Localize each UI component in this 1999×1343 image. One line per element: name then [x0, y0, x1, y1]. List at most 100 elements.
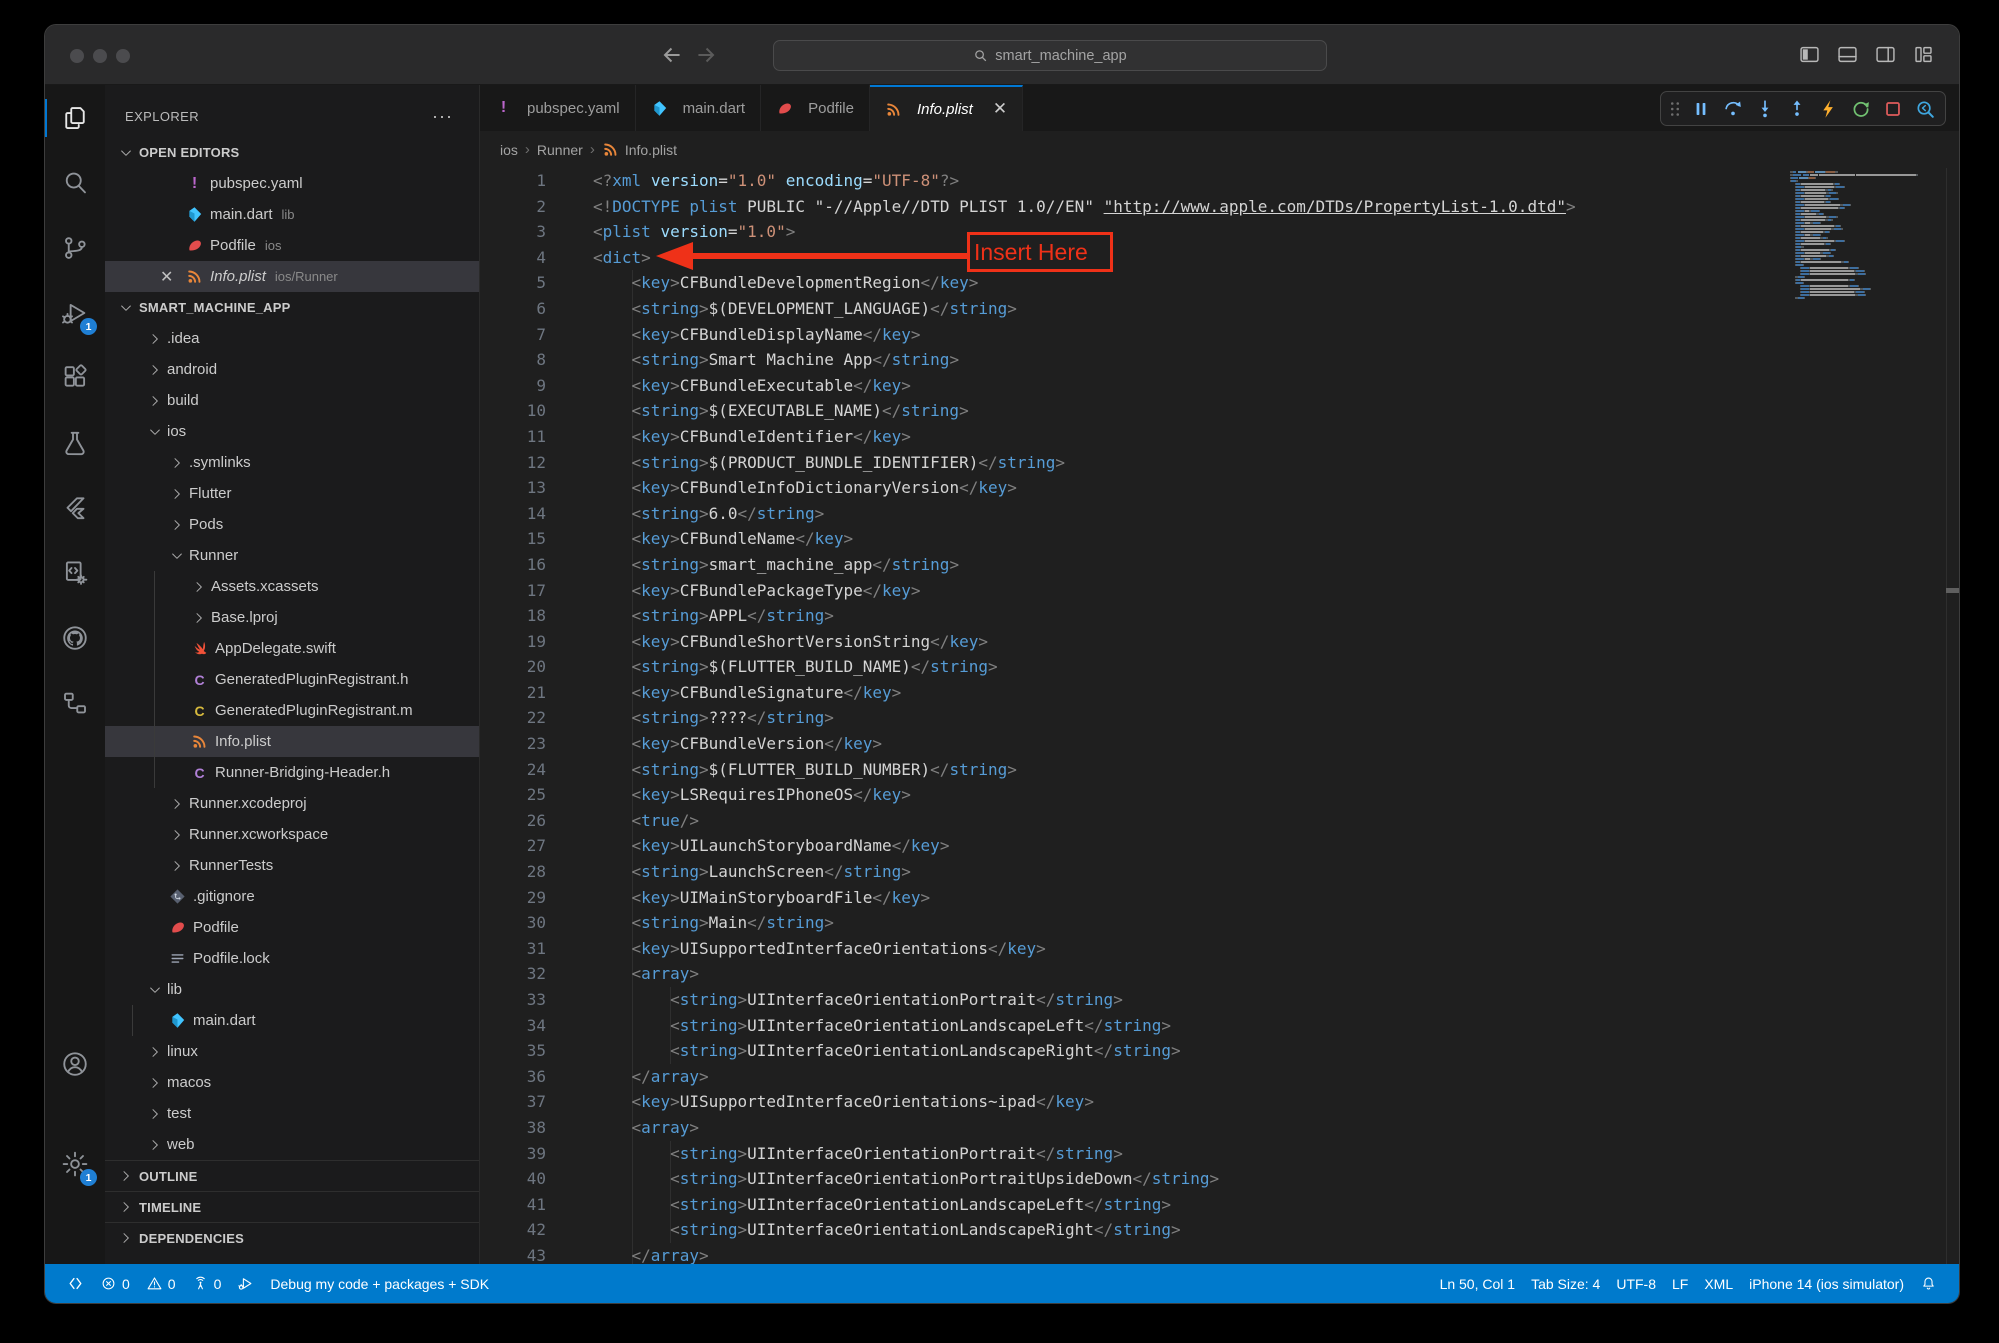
code-line[interactable]: 34 <string>UIInterfaceOrientationLandsca… [480, 1013, 1959, 1039]
tree-item-Podfile[interactable]: Podfile [105, 912, 479, 943]
activity-search[interactable] [55, 163, 95, 203]
debug-inspect-widget-button[interactable] [1912, 96, 1938, 122]
tree-item-.gitignore[interactable]: .gitignore [105, 881, 479, 912]
code-line[interactable]: 7 <key>CFBundleDisplayName</key> [480, 322, 1959, 348]
layout-sidebar-right-button[interactable] [1874, 43, 1897, 66]
window-control-minimize[interactable] [93, 49, 107, 63]
navigate-forward-button[interactable] [693, 42, 719, 68]
tree-item-Podfile.lock[interactable]: Podfile.lock [105, 943, 479, 974]
status-indentation[interactable]: Tab Size: 4 [1523, 1264, 1608, 1303]
status-cursor-position[interactable]: Ln 50, Col 1 [1432, 1264, 1524, 1303]
command-center-search[interactable]: smart_machine_app [773, 40, 1327, 71]
section-project[interactable]: SMART_MACHINE_APP [105, 292, 479, 323]
status-encoding[interactable]: UTF-8 [1608, 1264, 1664, 1303]
code-line[interactable]: 38 <array> [480, 1115, 1959, 1141]
code-line[interactable]: 26 <true/> [480, 808, 1959, 834]
activity-run-and-debug[interactable]: 1 [55, 293, 95, 333]
tab-Podfile[interactable]: Podfile [761, 85, 870, 131]
tree-item-linux[interactable]: linux [105, 1036, 479, 1067]
code-line[interactable]: 35 <string>UIInterfaceOrientationLandsca… [480, 1038, 1959, 1064]
open-editor-main.dart[interactable]: main.dartlib [105, 199, 479, 230]
code-line[interactable]: 8 <string>Smart Machine App</string> [480, 347, 1959, 373]
tab-pubspec.yaml[interactable]: !pubspec.yaml [480, 85, 636, 131]
status-language-mode[interactable]: XML [1696, 1264, 1741, 1303]
minimap[interactable] [1790, 171, 1930, 300]
open-editor-Podfile[interactable]: Podfileios [105, 230, 479, 261]
status-remote-indicator[interactable] [59, 1264, 92, 1303]
code-line[interactable]: 11 <key>CFBundleIdentifier</key> [480, 424, 1959, 450]
code-line[interactable]: 14 <string>6.0</string> [480, 501, 1959, 527]
code-line[interactable]: 42 <string>UIInterfaceOrientationLandsca… [480, 1217, 1959, 1243]
code-line[interactable]: 30 <string>Main</string> [480, 910, 1959, 936]
code-line[interactable]: 37 <key>UISupportedInterfaceOrientations… [480, 1089, 1959, 1115]
tree-item-build[interactable]: build [105, 385, 479, 416]
layout-customize-button[interactable] [1912, 43, 1935, 66]
code-line[interactable]: 21 <key>CFBundleSignature</key> [480, 680, 1959, 706]
tree-item-Runner[interactable]: Runner [105, 540, 479, 571]
code-line[interactable]: 32 <array> [480, 961, 1959, 987]
tree-item-Runner.xcodeproj[interactable]: Runner.xcodeproj [105, 788, 479, 819]
status-debug-configuration[interactable]: Debug my code + packages + SDK [262, 1264, 497, 1303]
activity-source-control[interactable] [55, 228, 95, 268]
code-line[interactable]: 10 <string>$(EXECUTABLE_NAME)</string> [480, 398, 1959, 424]
tree-item-GeneratedPluginRegistrant.m[interactable]: CGeneratedPluginRegistrant.m [105, 695, 479, 726]
close-icon[interactable]: ✕ [993, 99, 1007, 119]
breadcrumb-item-Info.plist[interactable]: Info.plist [602, 141, 677, 158]
code-line[interactable]: 5 <key>CFBundleDevelopmentRegion</key> [480, 270, 1959, 296]
activity-explorer[interactable] [55, 98, 95, 138]
code-line[interactable]: 39 <string>UIInterfaceOrientationPortrai… [480, 1141, 1959, 1167]
open-editor-Info.plist[interactable]: ✕Info.plistios/Runner [105, 261, 479, 292]
code-line[interactable]: 3<plist version="1.0"> [480, 219, 1959, 245]
code-line[interactable]: 16 <string>smart_machine_app</string> [480, 552, 1959, 578]
code-line[interactable]: 33 <string>UIInterfaceOrientationPortrai… [480, 987, 1959, 1013]
close-icon[interactable]: ✕ [160, 267, 186, 287]
open-editor-pubspec.yaml[interactable]: !pubspec.yaml [105, 168, 479, 199]
debug-stop-button[interactable] [1880, 96, 1906, 122]
code-line[interactable]: 41 <string>UIInterfaceOrientationLandsca… [480, 1192, 1959, 1218]
code-line[interactable]: 31 <key>UISupportedInterfaceOrientations… [480, 936, 1959, 962]
status-notifications[interactable] [1912, 1264, 1945, 1303]
tree-item-Runner-Bridging-Header.h[interactable]: CRunner-Bridging-Header.h [105, 757, 479, 788]
tree-item-GeneratedPluginRegistrant.h[interactable]: CGeneratedPluginRegistrant.h [105, 664, 479, 695]
breadcrumb-item-ios[interactable]: ios [500, 142, 518, 158]
status-forwarded-ports[interactable]: 0 [184, 1264, 230, 1303]
tree-item-test[interactable]: test [105, 1098, 479, 1129]
status-problems-warnings[interactable]: 0 [138, 1264, 184, 1303]
tree-item-ios[interactable]: ios [105, 416, 479, 447]
debug-restart-button[interactable] [1848, 96, 1874, 122]
code-line[interactable]: 20 <string>$(FLUTTER_BUILD_NAME)</string… [480, 654, 1959, 680]
debug-gripper-button[interactable] [1668, 96, 1682, 122]
code-editor[interactable]: 1<?xml version="1.0" encoding="UTF-8"?> 2… [480, 168, 1959, 1264]
status-problems-errors[interactable]: 0 [92, 1264, 138, 1303]
tree-item-Pods[interactable]: Pods [105, 509, 479, 540]
window-control-close[interactable] [70, 49, 84, 63]
debug-step-out-button[interactable] [1784, 96, 1810, 122]
code-line[interactable]: 24 <string>$(FLUTTER_BUILD_NUMBER)</stri… [480, 757, 1959, 783]
code-line[interactable]: 15 <key>CFBundleName</key> [480, 526, 1959, 552]
code-line[interactable]: 17 <key>CFBundlePackageType</key> [480, 578, 1959, 604]
tree-item-web[interactable]: web [105, 1129, 479, 1160]
code-line[interactable]: 43 </array> [480, 1243, 1959, 1264]
activity-references[interactable] [55, 683, 95, 723]
code-line[interactable]: 9 <key>CFBundleExecutable</key> [480, 373, 1959, 399]
code-line[interactable]: 13 <key>CFBundleInfoDictionaryVersion</k… [480, 475, 1959, 501]
tree-item-Flutter[interactable]: Flutter [105, 478, 479, 509]
activity-extensions[interactable] [55, 358, 95, 398]
tree-item-AppDelegate.swift[interactable]: AppDelegate.swift [105, 633, 479, 664]
debug-step-into-button[interactable] [1752, 96, 1778, 122]
activity-project-tasks[interactable] [55, 553, 95, 593]
debug-step-over-button[interactable] [1720, 96, 1746, 122]
code-line[interactable]: 22 <string>????</string> [480, 705, 1959, 731]
activity-settings[interactable]: 1 [55, 1144, 95, 1184]
activity-accounts[interactable] [55, 1044, 95, 1084]
navigate-back-button[interactable] [659, 42, 685, 68]
window-control-zoom[interactable] [116, 49, 130, 63]
code-line[interactable]: 1<?xml version="1.0" encoding="UTF-8"?> [480, 168, 1959, 194]
debug-hot-reload-button[interactable] [1816, 96, 1842, 122]
tree-item-.symlinks[interactable]: .symlinks [105, 447, 479, 478]
tree-item-.idea[interactable]: .idea [105, 323, 479, 354]
section-open-editors[interactable]: OPEN EDITORS [105, 137, 479, 168]
code-line[interactable]: 40 <string>UIInterfaceOrientationPortrai… [480, 1166, 1959, 1192]
debug-pause-button[interactable] [1688, 96, 1714, 122]
code-line[interactable]: 18 <string>APPL</string> [480, 603, 1959, 629]
